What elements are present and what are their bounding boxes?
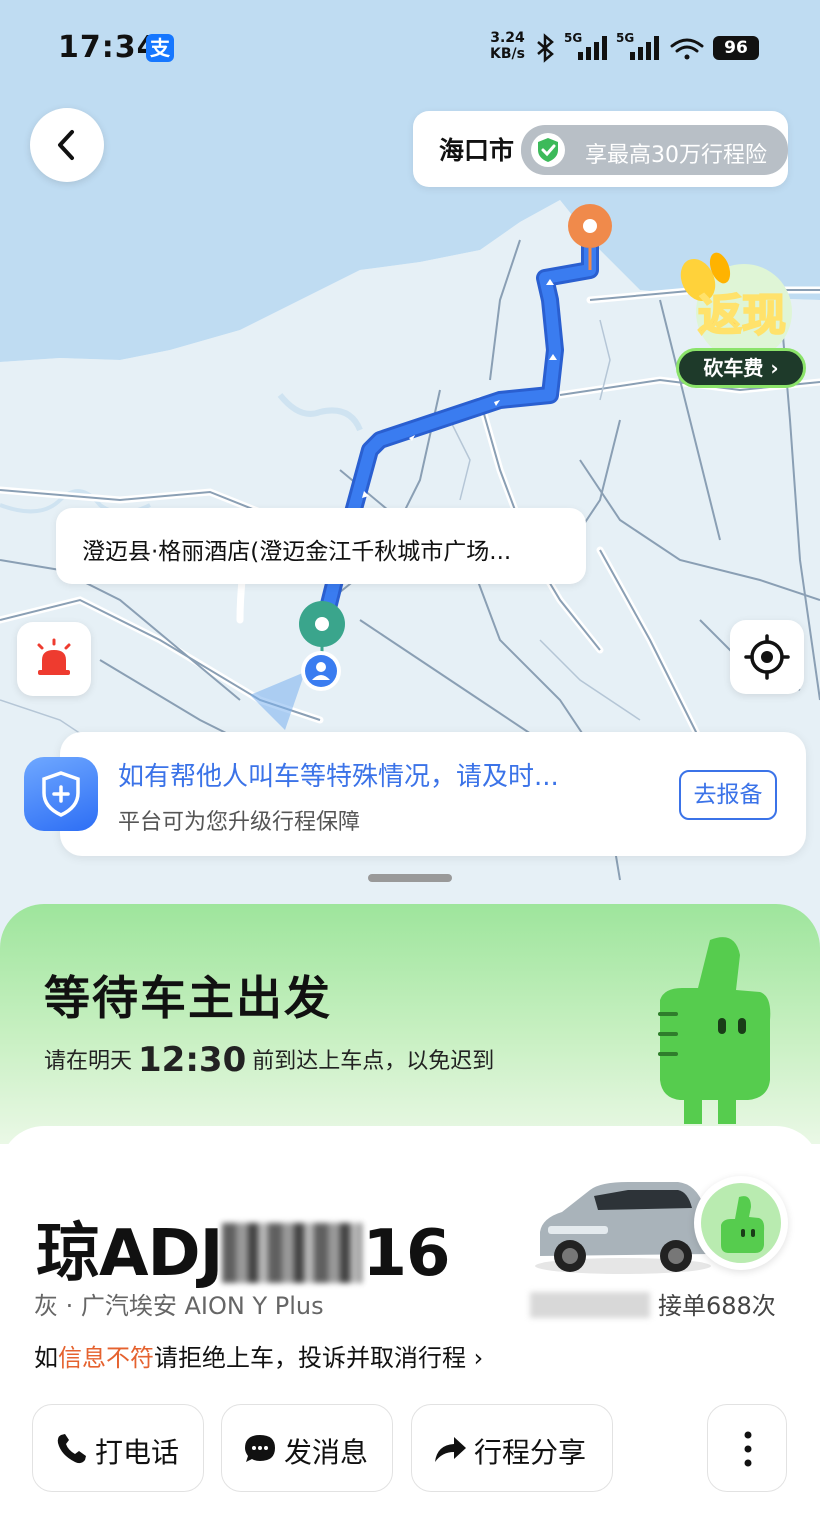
pickup-location-text: 澄迈县·格丽酒店(澄迈金江千秋城市广场... [82,539,512,565]
map-view[interactable]: 17:34 支 3.24 KB/s 5G 5G 96 海口市 享最高30万行程险… [0,0,820,960]
thumbs-up-avatar-icon [721,1196,765,1253]
pickup-location-label[interactable]: 澄迈县·格丽酒店(澄迈金江千秋城市广场... [56,508,586,584]
sos-button[interactable] [17,622,91,696]
complaint-link[interactable]: 如信息不符请拒绝上车，投诉并取消行程 › [34,1338,483,1373]
driver-avatar[interactable] [694,1176,788,1270]
shield-plus-icon [24,757,98,831]
plate-redacted [222,1223,363,1283]
cashback-promo[interactable]: 返现 砍车费 › [670,250,810,395]
clock: 17:34 [58,30,159,65]
report-button[interactable]: 去报备 [679,770,777,820]
license-plate: 琼ADJ 16 [36,1217,451,1291]
driver-orders: 接单688次 [530,1286,776,1321]
sheet-drag-handle[interactable] [368,874,452,882]
share-trip-button[interactable]: 行程分享 [411,1404,613,1492]
cashback-badge: 返现 [680,252,792,360]
more-icon [744,1431,752,1467]
phone-icon [57,1434,86,1464]
driver-name-redacted [530,1292,650,1318]
cashback-sub: 砍车费 › [676,348,806,388]
thumbs-up-mascot [658,937,771,1124]
network-speed: 3.24 KB/s [490,30,525,62]
notice-title: 如有帮他人叫车等特殊情况，请及时... [118,762,559,792]
signal-icon [578,36,607,60]
message-button[interactable]: 发消息 [221,1404,393,1492]
insurance-badge[interactable]: 享最高30万行程险 [521,125,788,175]
svg-text:返现: 返现 [698,290,786,341]
locate-button[interactable] [730,620,804,694]
insurance-text: 享最高30万行程险 [585,143,767,168]
chat-icon [245,1435,275,1462]
pickup-time: 12:30 [138,1040,247,1080]
locate-icon [744,634,790,680]
city-insurance-pill[interactable]: 海口市 享最高30万行程险 [413,111,788,187]
trip-status-title: 等待车主出发 [44,971,332,1025]
sos-alarm-icon [37,638,71,675]
alipay-icon: 支 [146,34,174,62]
signal-icon-2 [630,36,659,60]
bluetooth-icon [537,33,554,63]
driver-card: 琼ADJ 16 灰 · 广汽埃安 AION Y Plus 接单688次 如信息不符… [0,1126,820,1528]
svg-text:5G: 5G [616,32,634,45]
more-button[interactable] [707,1404,787,1492]
city-name: 海口市 [439,136,515,165]
safety-notice[interactable]: 如有帮他人叫车等特殊情况，请及时... 平台可为您升级行程保障 去报备 [60,732,806,856]
wifi-icon [670,38,704,60]
shield-check-icon [531,133,565,167]
car-image [535,1182,711,1274]
back-icon [58,130,74,160]
battery-indicator: 96 [713,36,759,60]
svg-text:5G: 5G [564,32,582,45]
back-button[interactable] [30,108,104,182]
share-arrow-icon [435,1437,466,1462]
call-button[interactable]: 打电话 [32,1404,204,1492]
car-info: 灰 · 广汽埃安 AION Y Plus [34,1292,324,1320]
status-bar: 17:34 支 3.24 KB/s 5G 5G 96 [0,0,820,90]
notice-subtitle: 平台可为您升级行程保障 [118,810,361,835]
trip-status-line: 请在明天 12:30 前到达上车点，以免迟到 [44,1040,495,1080]
